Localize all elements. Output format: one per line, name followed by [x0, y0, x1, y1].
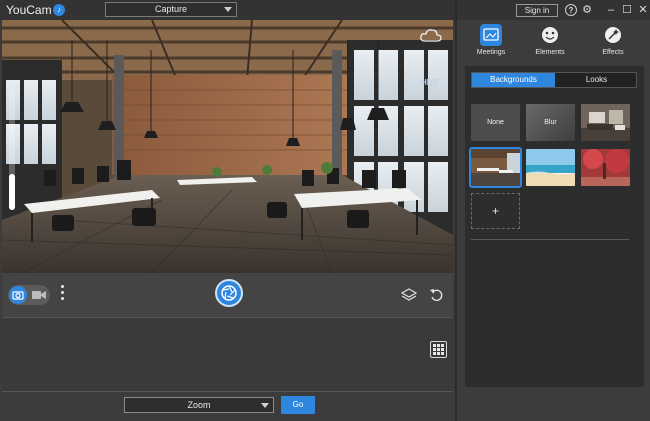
app-title: YouCam	[6, 3, 52, 17]
minimize-icon[interactable]: –	[604, 3, 618, 17]
tab-effects[interactable]: Effects	[583, 24, 643, 64]
shutter-icon	[221, 285, 237, 301]
video-toggle-icon	[32, 291, 46, 299]
autumn-image	[581, 149, 630, 186]
mode-select-value: Capture	[154, 4, 188, 14]
background-autumn[interactable]	[581, 149, 630, 186]
background-blur[interactable]: Blur	[526, 104, 575, 141]
camera-preview: HDR	[2, 20, 453, 273]
youcam-window: YouCam ♪ Capture Sign in ? ⚙ – ☐ ✕ HDR Z…	[0, 0, 650, 421]
more-options-icon[interactable]	[59, 285, 65, 305]
maximize-icon[interactable]: ☐	[620, 3, 634, 17]
background-none[interactable]: None	[471, 104, 520, 141]
zoom-slider-fill	[9, 174, 15, 210]
mode-select[interactable]: Capture	[105, 2, 237, 17]
capture-toolbar	[2, 273, 453, 317]
bottom-bar: Zoom Go	[2, 392, 453, 421]
tab-effects-label: Effects	[602, 49, 624, 56]
grid-view-icon[interactable]	[430, 341, 447, 358]
shutter-button[interactable]	[215, 279, 243, 307]
cloud-icon[interactable]	[420, 28, 442, 42]
tab-backgrounds[interactable]: Backgrounds	[472, 73, 555, 87]
zoom-select[interactable]: Zoom	[124, 397, 274, 413]
tab-meetings-label: Meetings	[476, 49, 506, 56]
beach-image	[526, 149, 575, 186]
office-image	[471, 149, 520, 186]
living-room-image	[581, 104, 630, 141]
add-background-button[interactable]: +	[471, 193, 520, 229]
divider	[471, 239, 629, 240]
tab-elements-label: Elements	[535, 49, 565, 56]
close-icon[interactable]: ✕	[636, 3, 650, 17]
go-button[interactable]: Go	[281, 396, 315, 414]
tab-looks[interactable]: Looks	[555, 73, 638, 87]
photo-video-toggle[interactable]	[8, 285, 50, 305]
chevron-down-icon	[261, 403, 269, 408]
tab-elements[interactable]: Elements	[520, 24, 580, 64]
background-beach[interactable]	[526, 149, 575, 186]
sign-in-button[interactable]: Sign in	[516, 4, 558, 17]
tab-meetings[interactable]: Meetings	[461, 24, 521, 64]
hdr-label[interactable]: HDR	[421, 78, 438, 87]
background-none-label: None	[487, 119, 504, 126]
chevron-down-icon	[224, 7, 232, 12]
camera-icon	[9, 286, 27, 304]
notification-icon[interactable]: ♪	[53, 4, 65, 16]
zoom-select-value: Zoom	[187, 400, 211, 410]
help-icon[interactable]: ?	[565, 4, 577, 16]
title-bar: YouCam ♪ Capture Sign in ? ⚙ – ☐ ✕	[0, 0, 650, 20]
gear-icon[interactable]: ⚙	[580, 3, 594, 17]
office-scene-image	[2, 20, 453, 273]
backgrounds-content: Backgrounds Looks None Blur +	[465, 66, 644, 387]
meetings-icon	[480, 24, 502, 46]
background-living-room[interactable]	[581, 104, 630, 141]
elements-icon	[539, 24, 561, 46]
effects-icon	[602, 24, 624, 46]
undo-icon[interactable]	[429, 287, 445, 303]
background-office[interactable]	[469, 147, 522, 188]
zoom-slider[interactable]	[9, 90, 15, 210]
media-gallery	[2, 317, 453, 392]
layers-icon[interactable]	[401, 287, 417, 303]
background-blur-label: Blur	[544, 119, 557, 126]
segmented-tabs: Backgrounds Looks	[471, 72, 637, 88]
